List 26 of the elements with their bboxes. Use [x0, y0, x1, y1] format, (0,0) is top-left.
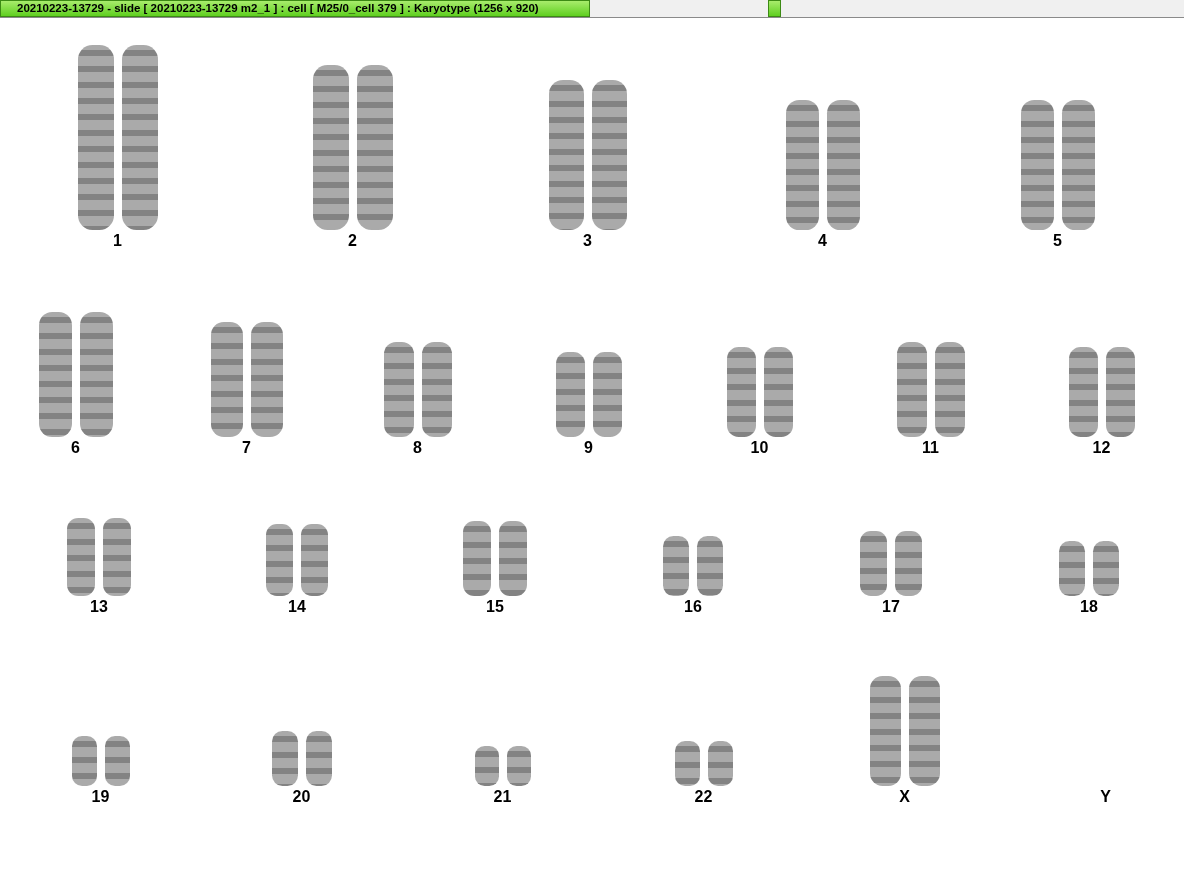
chromosome-label: 15	[486, 598, 504, 616]
chromosome-label: 3	[583, 232, 592, 250]
window-title: 20210223-13729 - slide [ 20210223-13729 m2_1 ] : cell [ M25/0_cell 379 ] : Karyotype (1256 x 920)	[0, 0, 590, 17]
chromosome-label: Y	[1100, 788, 1111, 806]
chromosome-label: 4	[818, 232, 827, 250]
chromosome-label: 8	[413, 439, 422, 457]
chromosome-label: 12	[1092, 439, 1111, 457]
chromosome-label: 17	[882, 598, 900, 616]
chromosome-label: 13	[90, 598, 108, 616]
chromosome-label: 19	[91, 788, 110, 806]
chromosome-label: 18	[1080, 598, 1098, 616]
chromosome-label: 22	[694, 788, 713, 806]
chromosome-label: 7	[242, 439, 251, 457]
chromosome-label: 16	[684, 598, 702, 616]
chromosome-label: 21	[493, 788, 512, 806]
chromosome-label: 6	[71, 439, 80, 457]
progress-marker	[768, 0, 781, 17]
chromosome-label: 20	[292, 788, 311, 806]
chromosome-label: 1	[113, 232, 122, 250]
chromosome-label: 10	[750, 439, 769, 457]
chromosome-label: 5	[1053, 232, 1062, 250]
chromosome-label: 14	[288, 598, 306, 616]
chromosome-label: 11	[922, 439, 939, 457]
chromosome-label: X	[899, 788, 910, 806]
chromosome-label: 9	[584, 439, 593, 457]
chromosome-label: 2	[348, 232, 357, 250]
